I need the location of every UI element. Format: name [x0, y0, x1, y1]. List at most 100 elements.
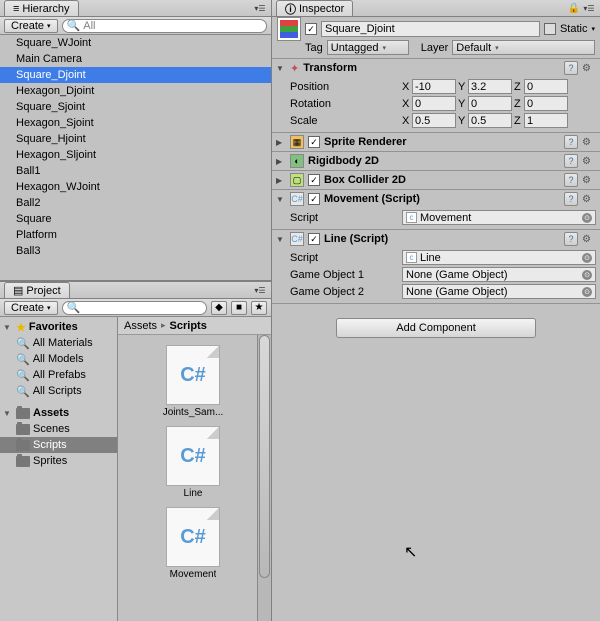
hierarchy-item[interactable]: Main Camera: [0, 51, 271, 67]
folder-item[interactable]: Scenes: [0, 421, 117, 437]
component-header[interactable]: ▼ ✦ Transform ? ⚙: [272, 59, 600, 77]
scale-z-input[interactable]: [524, 113, 568, 128]
panel-menu-icon[interactable]: ▾☰: [253, 2, 267, 14]
object-name-input[interactable]: [321, 21, 540, 37]
hierarchy-item[interactable]: Square_Hjoint: [0, 131, 271, 147]
rotation-x-input[interactable]: [412, 96, 456, 111]
inspector-tab[interactable]: ⓘ Inspector: [276, 0, 353, 16]
panel-menu-icon[interactable]: ▾☰: [582, 2, 596, 14]
hierarchy-tab[interactable]: ≡ Hierarchy: [4, 0, 79, 16]
hierarchy-toolbar: Create ▾ 🔍 All: [0, 17, 271, 35]
help-icon[interactable]: ?: [564, 61, 578, 75]
position-z-input[interactable]: [524, 79, 568, 94]
breadcrumb-item[interactable]: Scripts: [170, 320, 207, 332]
scale-y-input[interactable]: [468, 113, 512, 128]
asset-item[interactable]: C#Line: [158, 426, 228, 499]
script-field[interactable]: c Line ⊙: [402, 250, 596, 265]
gameobject1-field[interactable]: None (Game Object) ⊙: [402, 267, 596, 282]
object-picker-icon[interactable]: ⊙: [582, 253, 592, 263]
create-button[interactable]: Create ▾: [4, 301, 58, 315]
save-search-button[interactable]: ★: [251, 301, 267, 315]
chevron-down-icon[interactable]: ▾: [591, 25, 595, 33]
asset-item[interactable]: C#Joints_Sam...: [158, 345, 228, 418]
gear-icon[interactable]: ⚙: [582, 234, 596, 245]
hierarchy-list[interactable]: Square_WJointMain CameraSquare_DjointHex…: [0, 35, 271, 280]
breadcrumb: Assets ▸ Scripts: [118, 317, 271, 335]
assets-header[interactable]: ▼ Assets: [0, 405, 117, 421]
favorite-item[interactable]: 🔍All Models: [0, 351, 117, 367]
folder-item[interactable]: Scripts: [0, 437, 117, 453]
create-button[interactable]: Create ▾: [4, 19, 58, 33]
lock-icon[interactable]: 🔒: [568, 3, 580, 14]
rotation-label: Rotation: [290, 98, 398, 110]
favorite-item[interactable]: 🔍All Scripts: [0, 383, 117, 399]
favorite-item[interactable]: 🔍All Prefabs: [0, 367, 117, 383]
help-icon[interactable]: ?: [564, 173, 578, 187]
help-icon[interactable]: ?: [564, 135, 578, 149]
hierarchy-item[interactable]: Square_WJoint: [0, 35, 271, 51]
object-picker-icon[interactable]: ⊙: [582, 287, 592, 297]
enabled-checkbox[interactable]: ✓: [308, 174, 320, 186]
hierarchy-search-input[interactable]: 🔍 All: [62, 19, 267, 33]
hierarchy-item[interactable]: Hexagon_Sljoint: [0, 147, 271, 163]
component-header[interactable]: ▼ C# ✓ Movement (Script) ? ⚙: [272, 190, 600, 208]
filter-by-label-button[interactable]: ■: [231, 301, 247, 315]
panel-menu-icon[interactable]: ▾☰: [253, 284, 267, 296]
component-header[interactable]: ▶ ▦ ✓ Sprite Renderer ? ⚙: [272, 133, 600, 151]
gear-icon[interactable]: ⚙: [582, 137, 596, 148]
active-checkbox[interactable]: ✓: [305, 23, 317, 35]
script-field[interactable]: c Movement ⊙: [402, 210, 596, 225]
scrollbar-thumb[interactable]: [259, 335, 270, 578]
static-checkbox[interactable]: [544, 23, 556, 35]
gear-icon[interactable]: ⚙: [582, 63, 596, 74]
hierarchy-item[interactable]: Hexagon_Djoint: [0, 83, 271, 99]
rotation-z-input[interactable]: [524, 96, 568, 111]
hierarchy-item[interactable]: Ball2: [0, 195, 271, 211]
project-tab[interactable]: ▤ Project: [4, 282, 70, 298]
enabled-checkbox[interactable]: ✓: [308, 193, 320, 205]
gameobject-icon[interactable]: [277, 17, 301, 41]
hierarchy-item[interactable]: Ball1: [0, 163, 271, 179]
position-x-input[interactable]: [412, 79, 456, 94]
gear-icon[interactable]: ⚙: [582, 156, 596, 167]
assets-label: Assets: [33, 407, 69, 419]
component-header[interactable]: ▶ ◐ Rigidbody 2D ? ⚙: [272, 152, 600, 170]
position-y-input[interactable]: [468, 79, 512, 94]
gear-icon[interactable]: ⚙: [582, 194, 596, 205]
asset-item[interactable]: C#Movement: [158, 507, 228, 580]
hierarchy-item[interactable]: Square_Sjoint: [0, 99, 271, 115]
project-tree[interactable]: ▼ ★ Favorites 🔍All Materials🔍All Models🔍…: [0, 317, 118, 621]
enabled-checkbox[interactable]: ✓: [308, 136, 320, 148]
favorite-item[interactable]: 🔍All Materials: [0, 335, 117, 351]
hierarchy-item[interactable]: Square: [0, 211, 271, 227]
enabled-checkbox[interactable]: ✓: [308, 233, 320, 245]
folder-item[interactable]: Sprites: [0, 453, 117, 469]
scale-x-input[interactable]: [412, 113, 456, 128]
scrollbar[interactable]: [257, 335, 271, 621]
add-component-button[interactable]: Add Component: [336, 318, 536, 338]
hierarchy-item[interactable]: Hexagon_WJoint: [0, 179, 271, 195]
rotation-y-input[interactable]: [468, 96, 512, 111]
asset-grid[interactable]: C#Joints_Sam... C#Line C#Movement: [118, 335, 271, 621]
help-icon[interactable]: ?: [564, 232, 578, 246]
hierarchy-item[interactable]: Square_Djoint: [0, 67, 271, 83]
gear-icon[interactable]: ⚙: [582, 175, 596, 186]
breadcrumb-item[interactable]: Assets: [124, 320, 157, 332]
folder-label: Scenes: [33, 423, 70, 435]
gameobject2-field[interactable]: None (Game Object) ⊙: [402, 284, 596, 299]
layer-dropdown[interactable]: Default: [452, 40, 595, 55]
object-picker-icon[interactable]: ⊙: [582, 270, 592, 280]
project-search-input[interactable]: 🔍: [62, 301, 207, 315]
transform-icon: ✦: [290, 62, 299, 75]
filter-by-type-button[interactable]: ◆: [211, 301, 227, 315]
help-icon[interactable]: ?: [564, 192, 578, 206]
hierarchy-item[interactable]: Platform: [0, 227, 271, 243]
tag-dropdown[interactable]: Untagged: [327, 40, 409, 55]
hierarchy-item[interactable]: Ball3: [0, 243, 271, 259]
component-header[interactable]: ▼ C# ✓ Line (Script) ? ⚙: [272, 230, 600, 248]
favorites-header[interactable]: ▼ ★ Favorites: [0, 319, 117, 335]
object-picker-icon[interactable]: ⊙: [582, 213, 592, 223]
hierarchy-item[interactable]: Hexagon_Sjoint: [0, 115, 271, 131]
help-icon[interactable]: ?: [564, 154, 578, 168]
component-header[interactable]: ▶ ▢ ✓ Box Collider 2D ? ⚙: [272, 171, 600, 189]
